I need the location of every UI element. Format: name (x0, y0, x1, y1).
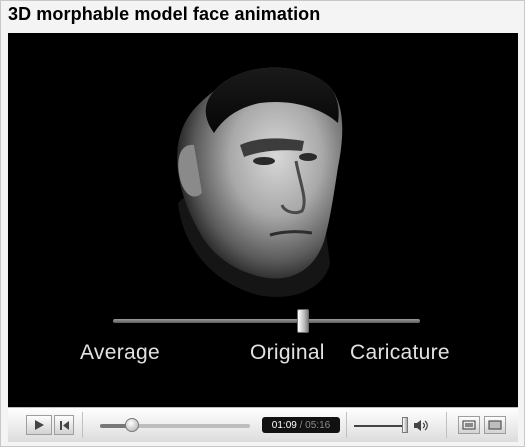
slider-label-caricature: Caricature (350, 341, 450, 364)
normal-size-button[interactable] (458, 416, 480, 434)
video-title: 3D morphable model face animation (8, 4, 321, 24)
speaker-icon[interactable] (413, 419, 429, 432)
skip-to-start-icon (59, 420, 69, 430)
video-screen[interactable]: Average Original Caricature (8, 33, 518, 407)
play-button[interactable] (26, 415, 52, 435)
current-time: 01:09 (271, 419, 297, 431)
total-time: 05:16 (305, 419, 331, 431)
slider-label-average: Average (80, 341, 160, 364)
volume-track[interactable] (354, 425, 406, 427)
morph-slider-track[interactable] (113, 319, 420, 323)
progress-knob[interactable] (124, 418, 139, 432)
skip-to-start-button[interactable] (54, 415, 74, 435)
play-icon (35, 420, 44, 430)
divider (346, 412, 347, 438)
fullscreen-icon (488, 420, 502, 430)
video-player-frame: 3D morphable model face animation Averag… (0, 0, 525, 447)
time-display: 01:09 / 05:16 (262, 417, 340, 433)
fullscreen-button[interactable] (484, 416, 506, 434)
normal-size-icon (462, 420, 476, 430)
progress-track[interactable] (100, 424, 250, 428)
slider-label-original: Original (250, 341, 325, 364)
morph-slider-thumb[interactable] (297, 309, 309, 333)
volume-knob[interactable] (402, 417, 408, 433)
time-separator: / (296, 419, 306, 431)
player-controls-bar: 01:09 / 05:16 (8, 407, 518, 442)
divider (82, 412, 83, 438)
divider (446, 412, 447, 438)
